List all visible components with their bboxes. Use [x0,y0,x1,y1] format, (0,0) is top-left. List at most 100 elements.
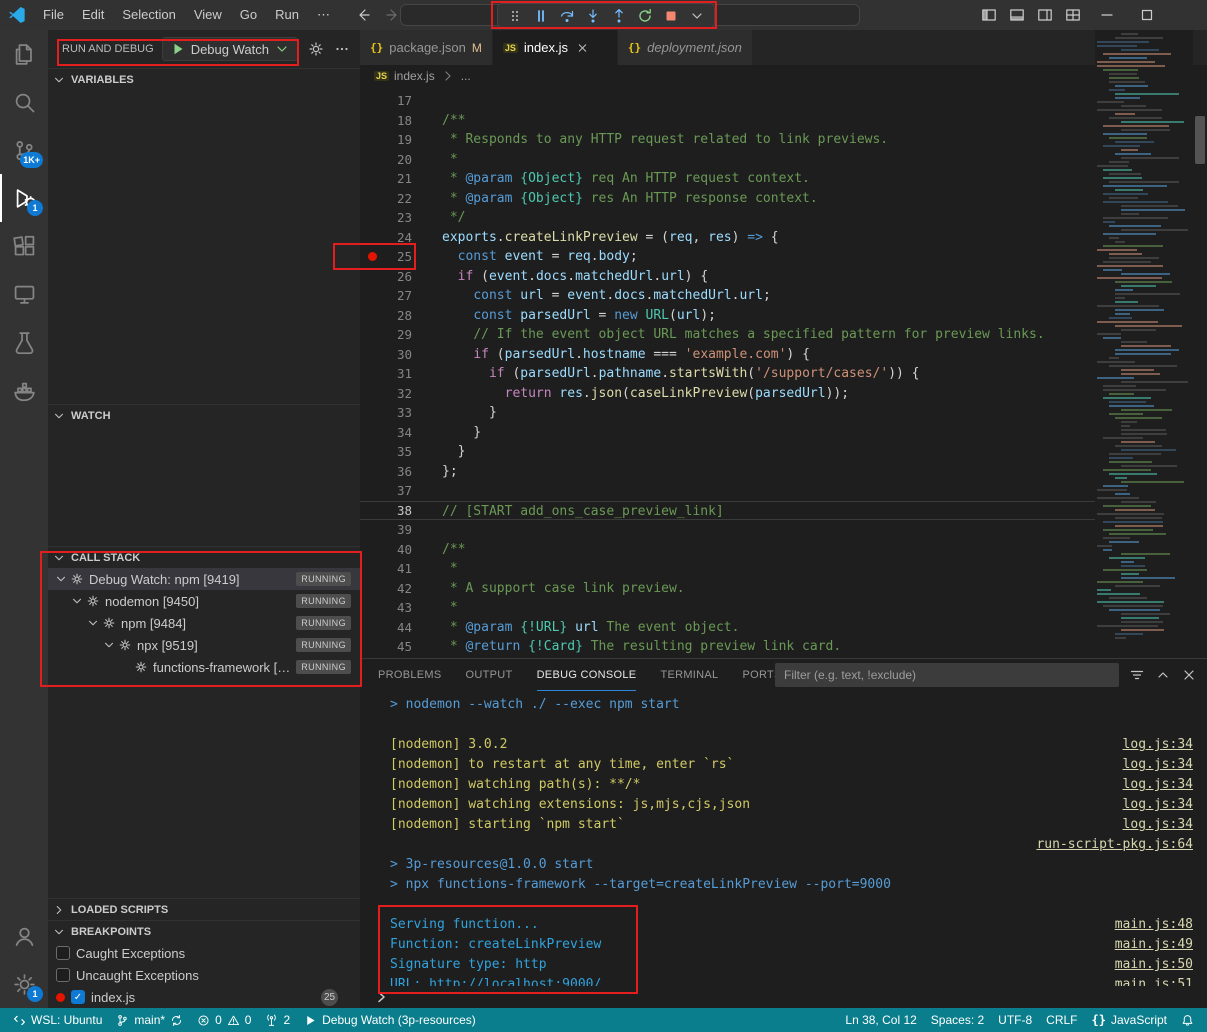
menu-file[interactable]: File [34,4,73,26]
activity-remote-explorer[interactable] [0,270,48,318]
chevron-up-icon[interactable] [1155,667,1171,683]
status-ports[interactable]: 2 [258,1008,297,1032]
code-line[interactable]: 31 if (parsedUrl.pathname.startsWith('/s… [360,364,1095,384]
chevron-down-icon[interactable] [86,616,100,630]
code-line[interactable]: 27 const url = event.docs.matchedUrl.url… [360,286,1095,306]
breakpoint-checkbox[interactable]: ✓ [71,990,85,1004]
maximize-icon[interactable] [1127,0,1167,30]
activity-settings[interactable]: 1 [0,960,48,1008]
breakpoint-item[interactable]: ✓index.js25 [48,986,360,1008]
code-area[interactable]: 1718/**19 * Responds to any HTTP request… [360,87,1095,658]
section-watch[interactable]: WATCH [48,404,360,426]
code-line[interactable]: 42 * A support case link preview. [360,579,1095,599]
status-encoding[interactable]: UTF-8 [991,1008,1039,1032]
activity-search[interactable] [0,78,48,126]
activity-source-control[interactable]: 1K+ [0,126,48,174]
gear-icon[interactable] [308,41,324,57]
code-line[interactable]: 32 return res.json(caseLinkPreview(parse… [360,384,1095,404]
code-line[interactable]: 24exports.createLinkPreview = (req, res)… [360,228,1095,248]
code-line[interactable]: 17 [360,91,1095,111]
menu-view[interactable]: View [185,4,231,26]
start-debug-icon[interactable] [170,41,186,57]
code-line[interactable]: 36}; [360,462,1095,482]
console-source-link[interactable]: main.js:50 [1115,955,1193,975]
restart-button[interactable] [632,4,658,27]
status-remote[interactable]: WSL: Ubuntu [6,1008,109,1032]
code-line[interactable]: 41 * [360,559,1095,579]
breakpoint-item[interactable]: Caught Exceptions [48,942,360,964]
code-line[interactable]: 28 const parsedUrl = new URL(url); [360,306,1095,326]
code-line[interactable]: 20 * [360,150,1095,170]
status-branch[interactable]: main* [109,1008,190,1032]
customize-layout-icon[interactable] [1059,0,1087,30]
menu-run[interactable]: Run [266,4,308,26]
panel-tab-problems[interactable]: PROBLEMS [378,659,442,691]
menu-selection[interactable]: Selection [113,4,184,26]
code-line[interactable]: 26 if (event.docs.matchedUrl.url) { [360,267,1095,287]
breadcrumb-file[interactable]: index.js [394,69,435,83]
code-line[interactable]: 34 } [360,423,1095,443]
close-window-icon[interactable] [1167,0,1207,30]
activity-run-and-debug[interactable]: 1 [0,174,48,222]
call-stack-item[interactable]: nodemon [9450]RUNNING [48,590,360,612]
tab-package.json[interactable]: {}package.jsonM [360,30,493,65]
more-actions-icon[interactable] [334,41,350,57]
activity-testing[interactable] [0,318,48,366]
arrow-left-icon[interactable] [355,7,371,23]
console-source-link[interactable]: main.js:49 [1115,935,1193,955]
breakpoint-checkbox[interactable] [56,946,70,960]
console-source-link[interactable]: run-script-pkg.js:64 [1036,835,1193,855]
panel-tab-output[interactable]: OUTPUT [466,659,513,691]
tab-index.js[interactable]: JSindex.js [493,30,618,65]
code-line[interactable]: 39 [360,520,1095,540]
code-line[interactable]: 30 if (parsedUrl.hostname === 'example.c… [360,345,1095,365]
console-prompt-icon[interactable] [374,989,390,1005]
step-into-button[interactable] [580,4,606,27]
menu-go[interactable]: Go [231,4,266,26]
menu-more[interactable]: ⋯ [308,4,339,26]
pause-button[interactable] [528,4,554,27]
chevron-down-icon[interactable] [102,638,116,652]
scrollbar-thumb[interactable] [1195,116,1205,164]
console-source-link[interactable]: log.js:34 [1123,815,1193,835]
glyph-margin[interactable] [360,252,384,261]
code-line[interactable]: 22 * @param {Object} res An HTTP respons… [360,189,1095,209]
panel-tab-debug-console[interactable]: DEBUG CONSOLE [537,659,637,691]
activity-extensions[interactable] [0,222,48,270]
arrow-right-icon[interactable] [385,7,401,23]
code-line[interactable]: 25 const event = req.body; [360,247,1095,267]
console-source-link[interactable]: main.js:48 [1115,915,1193,935]
minimize-icon[interactable] [1087,0,1127,30]
code-line[interactable]: 18/** [360,111,1095,131]
status-problems[interactable]: 00 [190,1008,258,1032]
call-stack-item[interactable]: npm [9484]RUNNING [48,612,360,634]
activity-explorer[interactable] [0,30,48,78]
step-over-button[interactable] [554,4,580,27]
menu-edit[interactable]: Edit [73,4,113,26]
chevron-down-icon[interactable] [70,594,84,608]
console-source-link[interactable]: log.js:34 [1123,755,1193,775]
chevron-down-icon[interactable] [54,572,68,586]
minimap[interactable] [1095,30,1193,658]
toggle-sidebar-icon[interactable] [975,0,1003,30]
code-line[interactable]: 44 * @param {!URL} url The event object. [360,618,1095,638]
section-breakpoints[interactable]: BREAKPOINTS [48,920,360,942]
console-source-link[interactable]: log.js:34 [1123,735,1193,755]
toggle-secondary-sidebar-icon[interactable] [1031,0,1059,30]
code-line[interactable]: 45 * @return {!Card} The resulting previ… [360,637,1095,657]
call-stack-item[interactable]: Debug Watch: npm [9419]RUNNING [48,568,360,590]
status-indentation[interactable]: Spaces: 2 [924,1008,991,1032]
breakpoint-checkbox[interactable] [56,968,70,982]
panel-tab-terminal[interactable]: TERMINAL [660,659,718,691]
filter-lines-icon[interactable] [1129,667,1145,683]
toggle-panel-icon[interactable] [1003,0,1031,30]
code-line[interactable]: 35 } [360,442,1095,462]
chevron-down-button[interactable] [684,4,710,27]
code-line[interactable]: 21 * @param {Object} req An HTTP request… [360,169,1095,189]
code-line[interactable]: 33 } [360,403,1095,423]
breakpoint-item[interactable]: Uncaught Exceptions [48,964,360,986]
console-source-link[interactable]: log.js:34 [1123,795,1193,815]
tab-deployment.json[interactable]: {}deployment.json [618,30,753,65]
step-out-button[interactable] [606,4,632,27]
editor-scrollbar[interactable] [1193,30,1207,658]
